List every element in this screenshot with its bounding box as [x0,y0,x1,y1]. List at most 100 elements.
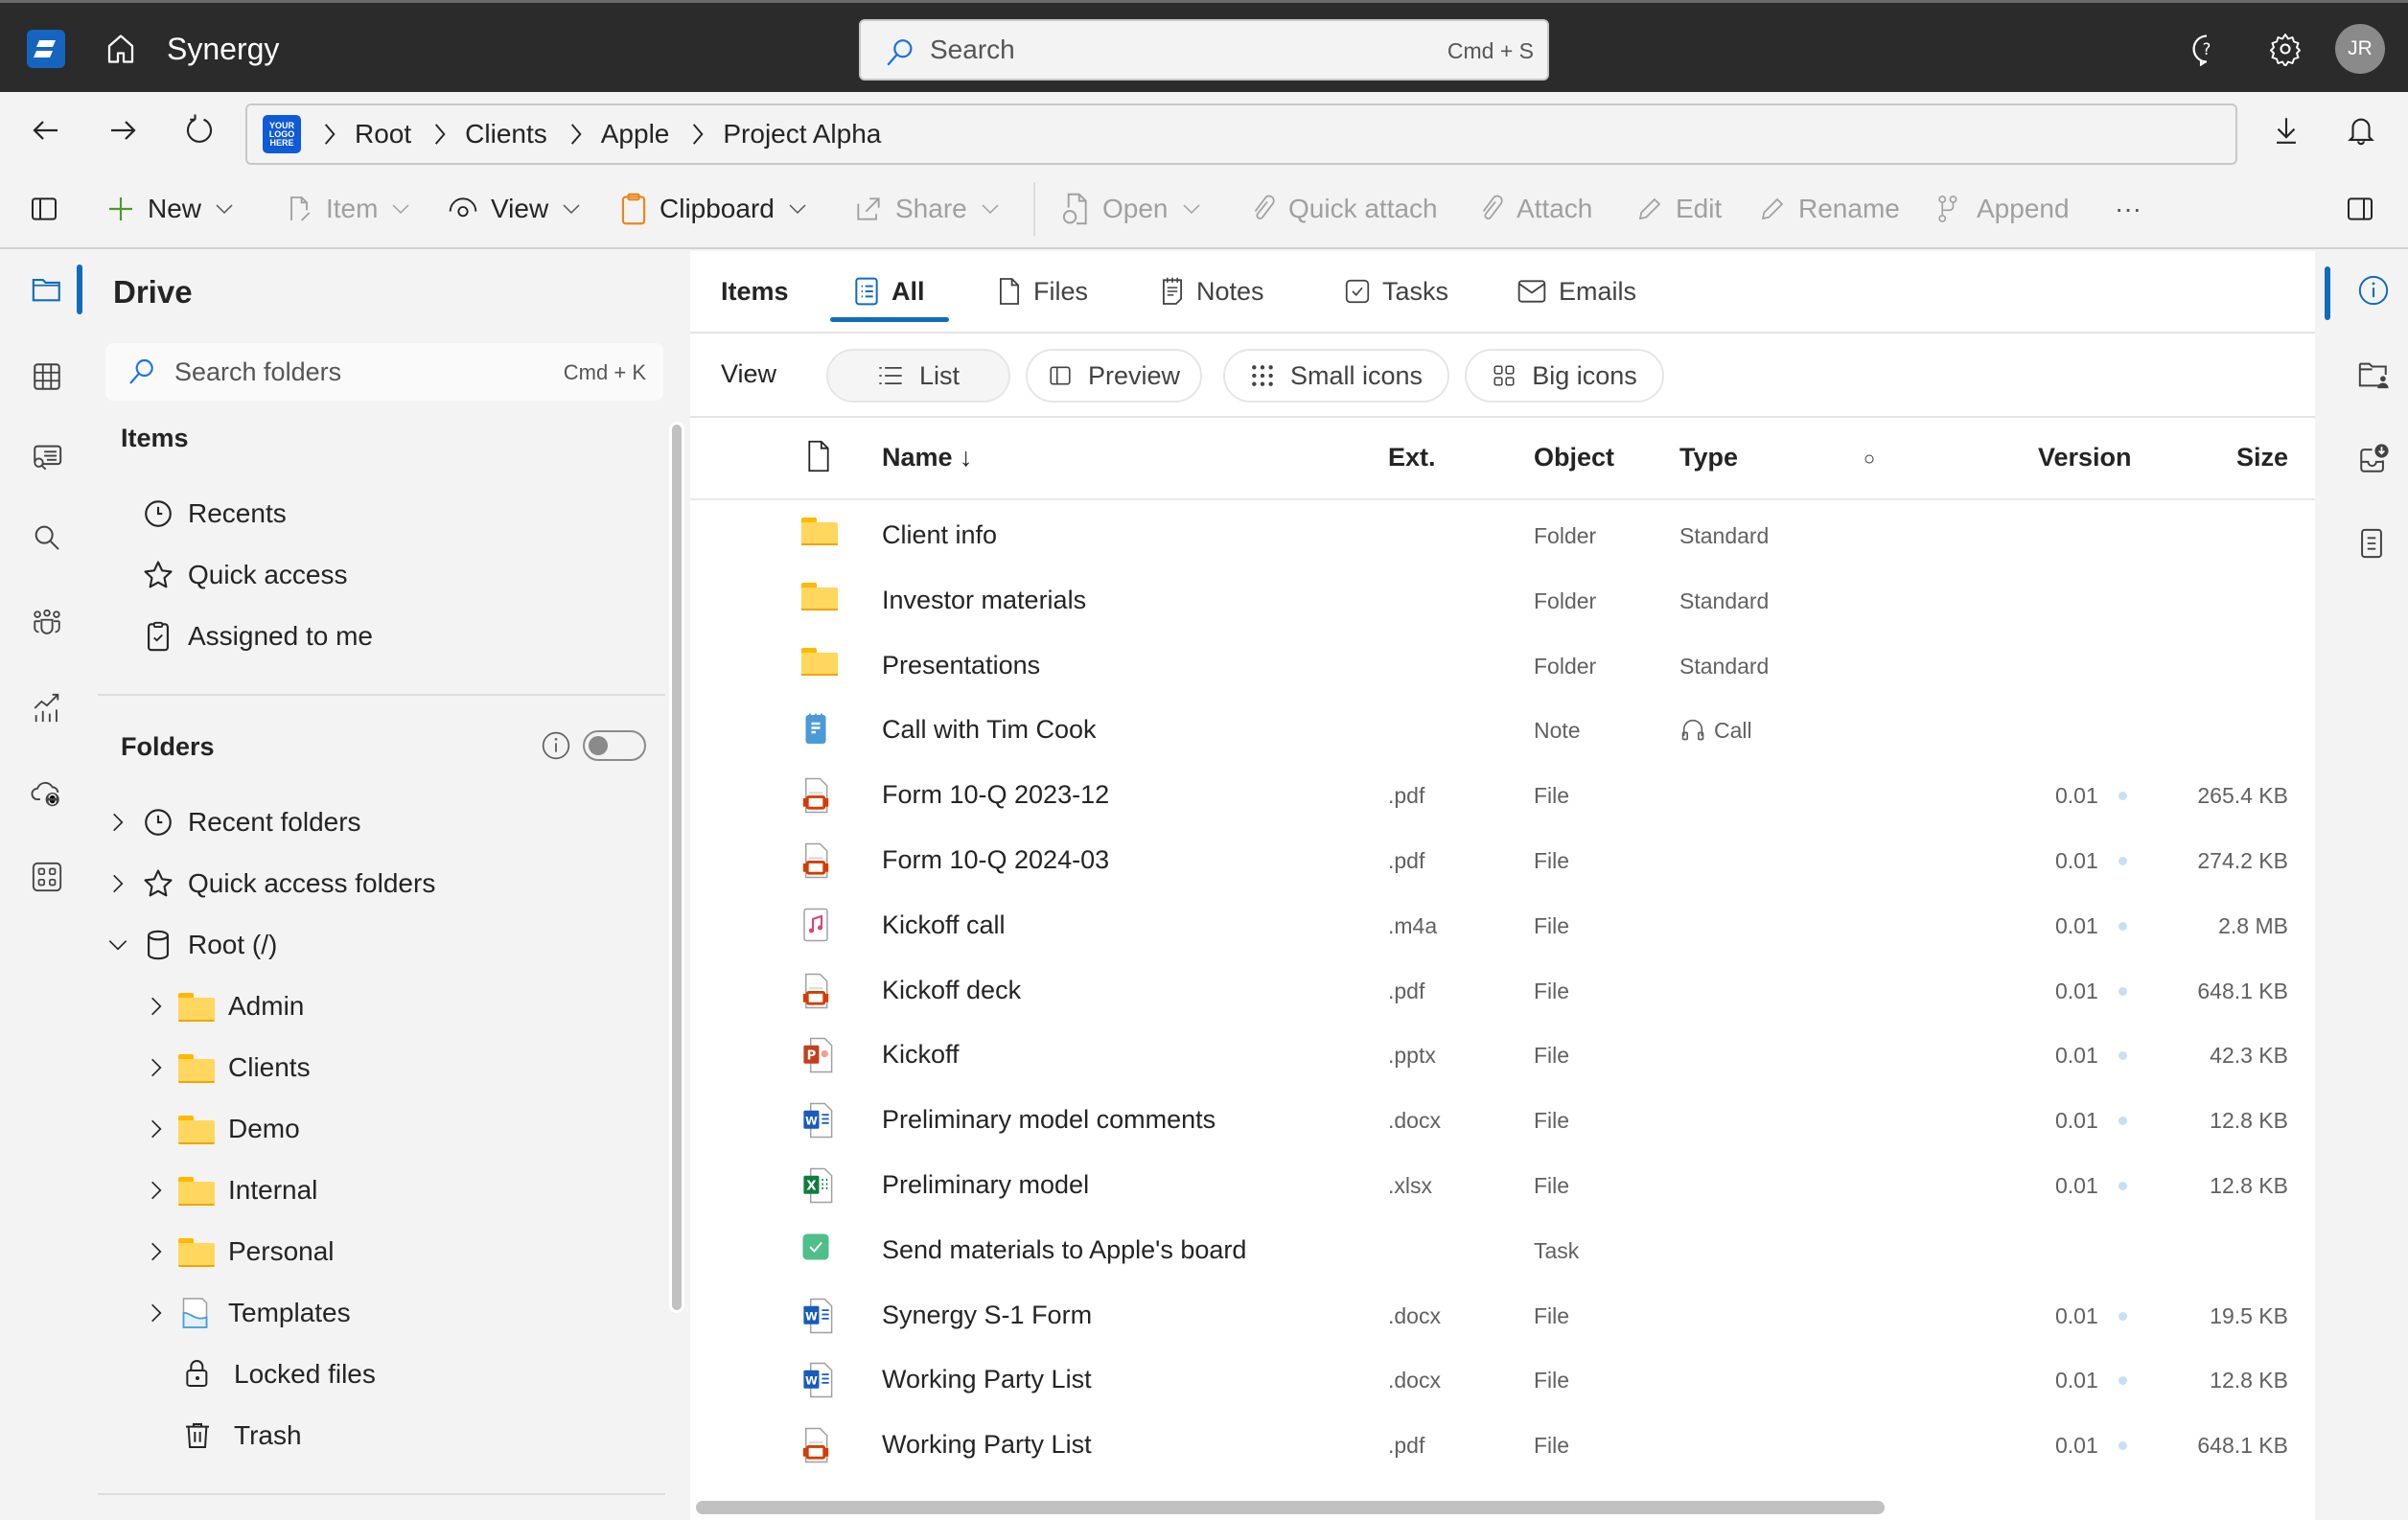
table-row[interactable]: Call with Tim Cook Note Call [690,697,2315,762]
row-name[interactable]: Form 10-Q 2024-03 [882,845,1109,875]
info-icon[interactable] [2357,274,2390,307]
table-grid-icon[interactable] [31,360,63,393]
column-header-ext[interactable]: Ext. [1388,443,1436,472]
gear-icon[interactable] [2268,32,2303,66]
new-button[interactable]: New [105,188,234,230]
column-header-status[interactable]: ○ [1864,449,1875,471]
table-row[interactable]: Working Party List .pdf File 0.01 648.1 KB [690,1412,2315,1477]
chevron-right-icon[interactable] [105,871,130,896]
attach-button[interactable]: Attach [1476,188,1592,230]
chevron-right-icon[interactable] [144,994,169,1019]
toggle-details-pane-button[interactable] [2345,188,2375,230]
view-preview-button[interactable]: Preview [1026,349,1202,403]
chevron-right-icon[interactable] [144,1301,169,1325]
append-button[interactable]: Append [1936,188,2070,230]
folders-toggle[interactable] [583,730,646,761]
document-text-icon[interactable] [2357,527,2386,560]
global-search-input[interactable]: Search Cmd + S [859,19,1549,81]
tree-item-root[interactable]: Root (/) [105,924,277,966]
home-icon[interactable] [104,32,138,66]
app-logo[interactable] [27,30,65,68]
row-name[interactable]: Working Party List [882,1365,1092,1394]
tree-item-quick-access-folders[interactable]: Quick access folders [105,863,435,905]
row-name[interactable]: Kickoff call [882,910,1006,940]
folder-person-icon[interactable] [2357,358,2390,391]
search-icon[interactable] [31,521,63,554]
tree-item-locked-files[interactable]: Locked files [182,1353,376,1395]
chevron-right-icon[interactable] [144,1239,169,1264]
table-row[interactable]: Send materials to Apple's board Task [690,1217,2315,1282]
sidebar-scrollbar[interactable] [669,422,684,1313]
view-big-icons-button[interactable]: Big icons [1465,349,1664,403]
view-small-icons-button[interactable]: Small icons [1223,349,1449,403]
table-row[interactable]: P Kickoff .pptx File 0.01 42.3 KB [690,1022,2315,1087]
table-row[interactable]: Form 10-Q 2023-12 .pdf File 0.01 265.4 KB [690,762,2315,827]
tree-item-recent-folders[interactable]: Recent folders [105,801,361,843]
tab-files[interactable]: Files [997,270,1088,312]
row-name[interactable]: Preliminary model comments [882,1105,1216,1135]
download-icon[interactable] [2270,113,2303,148]
workspace-logo[interactable]: YOUR LOGO HERE [263,115,301,153]
edit-button[interactable]: Edit [1635,188,1722,230]
tree-item-demo[interactable]: Demo [144,1108,300,1150]
more-options-button[interactable]: ··· [2115,188,2142,230]
column-header-size[interactable]: Size [2236,443,2288,472]
view-button[interactable]: View [447,188,581,230]
row-name[interactable]: Investor materials [882,586,1086,615]
breadcrumb-project-alpha[interactable]: Project Alpha [723,119,881,150]
cloud-sync-icon[interactable] [31,776,63,809]
row-name[interactable]: Client info [882,520,997,550]
item-button[interactable]: Item [284,188,410,230]
table-row[interactable]: Investor materials Folder Standard [690,567,2315,633]
tree-item-clients[interactable]: Clients [144,1047,311,1089]
tab-tasks[interactable]: Tasks [1344,270,1448,312]
info-icon[interactable] [541,730,571,761]
back-button[interactable] [29,113,63,148]
tree-item-internal[interactable]: Internal [144,1169,317,1211]
row-name[interactable]: Kickoff [882,1040,960,1070]
column-header-name[interactable]: Name ↓ [882,443,973,472]
sidebar-item-recents[interactable]: Recents [142,493,287,535]
rename-button[interactable]: Rename [1758,188,1900,230]
row-name[interactable]: Presentations [882,651,1040,680]
tree-item-trash[interactable]: Trash [182,1415,302,1457]
chevron-right-icon[interactable] [144,1178,169,1203]
view-list-button[interactable]: List [826,349,1010,403]
row-name[interactable]: Working Party List [882,1430,1092,1460]
row-name[interactable]: Send materials to Apple's board [882,1235,1246,1265]
help-icon[interactable]: ? [2189,32,2224,66]
clipboard-button[interactable]: Clipboard [619,188,807,230]
chevron-right-icon[interactable] [105,810,130,835]
tab-notes[interactable]: Notes [1160,270,1264,312]
breadcrumb-clients[interactable]: Clients [465,119,547,150]
table-row[interactable]: Client info Folder Standard [690,502,2315,567]
row-name[interactable]: Call with Tim Cook [882,715,1097,745]
breadcrumb-root[interactable]: Root [355,119,411,150]
people-team-icon[interactable] [31,608,63,640]
quick-attach-button[interactable]: Quick attach [1248,188,1438,230]
folder-search-input[interactable]: Search folders Cmd + K [105,343,663,401]
horizontal-scrollbar[interactable] [696,1501,1885,1514]
row-name[interactable]: Form 10-Q 2023-12 [882,780,1109,810]
user-avatar[interactable]: JR [2335,24,2385,74]
sidebar-item-quick-access[interactable]: Quick access [142,554,348,596]
table-row[interactable]: Kickoff deck .pdf File 0.01 648.1 KB [690,957,2315,1023]
column-header-type[interactable]: Type [1679,443,1738,472]
share-button[interactable]: Share [853,188,1000,230]
chevron-right-icon[interactable] [144,1117,169,1141]
inbox-download-icon[interactable] [2357,443,2390,475]
bell-icon[interactable] [2345,113,2377,148]
refresh-button[interactable] [182,113,217,148]
chevron-down-icon[interactable] [105,933,130,957]
open-button[interactable]: Open [1062,188,1201,230]
row-name[interactable]: Kickoff deck [882,976,1021,1005]
sidebar-item-assigned-to-me[interactable]: Assigned to me [142,615,373,657]
chevron-right-icon[interactable] [144,1055,169,1080]
tab-all[interactable]: All [853,270,925,312]
table-row[interactable]: W Working Party List .docx File 0.01 12.8 KB [690,1347,2315,1412]
analytics-chart-icon[interactable] [31,692,63,725]
drive-folder-icon[interactable] [31,274,63,305]
row-name[interactable]: Synergy S-1 Form [882,1301,1092,1330]
breadcrumb-apple[interactable]: Apple [601,119,670,150]
document-search-icon[interactable] [31,441,63,473]
